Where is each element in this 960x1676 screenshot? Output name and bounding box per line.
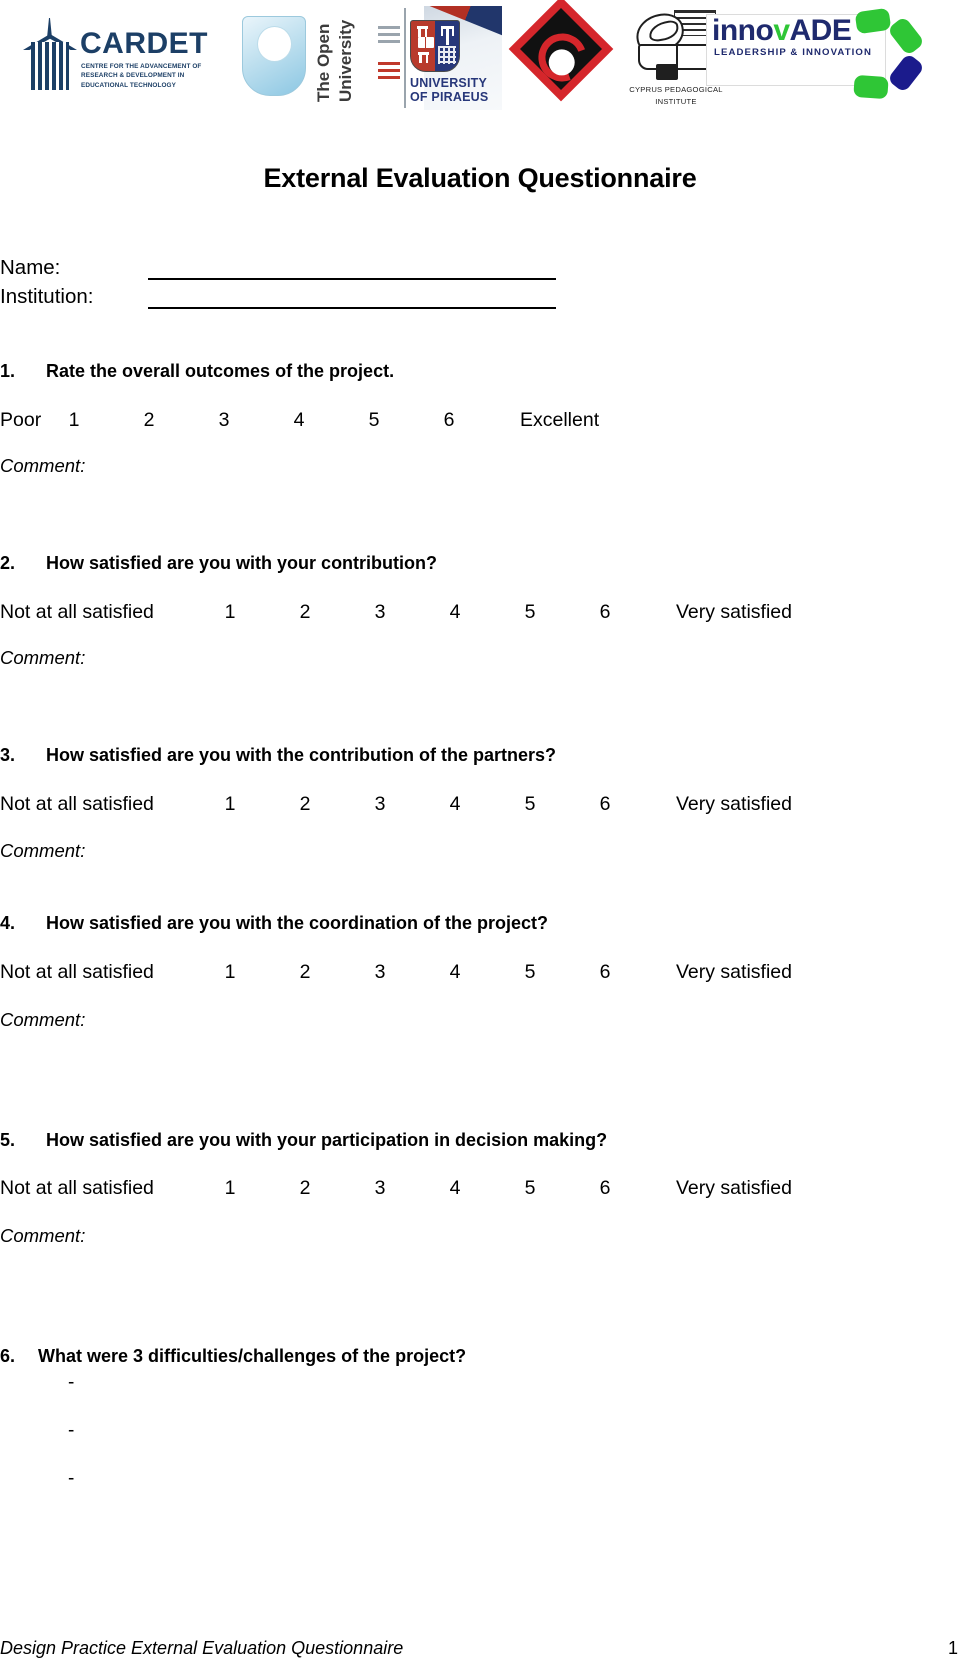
question-3-option-6[interactable]: 6 xyxy=(597,793,613,816)
question-2-option-5[interactable]: 5 xyxy=(522,601,538,624)
question-5-number: 5. xyxy=(0,1130,16,1150)
question-3-number: 3. xyxy=(0,745,16,765)
cardet-logo: CARDET CENTRE FOR THE ADVANCEMENT OF RES… xyxy=(14,0,224,118)
innovade-word-a: inno xyxy=(712,14,774,47)
question-4-text: How satisfied are you with the coordinat… xyxy=(46,913,549,933)
question-5-comment-label: Comment: xyxy=(0,1225,86,1246)
question-2-option-4[interactable]: 4 xyxy=(447,601,463,624)
question-6-bullet-1[interactable]: - xyxy=(68,1372,74,1394)
question-3-text: How satisfied are you with the contribut… xyxy=(46,745,557,765)
question-5-text: How satisfied are you with your particip… xyxy=(46,1130,608,1150)
question-6-number: 6. xyxy=(0,1346,16,1366)
question-4-scale-low: Not at all satisfied xyxy=(0,961,154,983)
cardet-emblem-icon xyxy=(22,18,78,90)
piraeus-line-2: OF PIRAEUS xyxy=(410,90,489,104)
question-5-option-6[interactable]: 6 xyxy=(597,1177,613,1200)
question-5-scale-low: Not at all satisfied xyxy=(0,1177,154,1199)
question-1-scale-high: Excellent xyxy=(520,409,600,431)
piraeus-bars-icon xyxy=(378,26,400,86)
innovade-ring-icon xyxy=(834,7,926,100)
open-university-logo: The Open University xyxy=(236,0,366,118)
question-1-option-3[interactable]: 3 xyxy=(216,409,232,432)
question-1-scale-low: Poor xyxy=(0,409,42,431)
red-diamond-logo xyxy=(508,0,620,118)
question-4-option-4[interactable]: 4 xyxy=(447,961,463,984)
footer-page-number: 1 xyxy=(947,1638,958,1658)
question-3-option-4[interactable]: 4 xyxy=(447,793,463,816)
institution-label: Institution: xyxy=(0,285,94,308)
question-2-option-1[interactable]: 1 xyxy=(222,601,238,624)
question-3-option-2[interactable]: 2 xyxy=(297,793,313,816)
question-1-option-2[interactable]: 2 xyxy=(141,409,157,432)
question-4-option-6[interactable]: 6 xyxy=(597,961,613,984)
institution-input-rule[interactable] xyxy=(148,307,556,309)
partner-logo-strip: CARDET CENTRE FOR THE ADVANCEMENT OF RES… xyxy=(0,0,960,118)
piraeus-line-1: UNIVERSITY xyxy=(410,76,488,90)
innovade-wordmark: innovADE xyxy=(712,14,852,48)
question-5-option-3[interactable]: 3 xyxy=(372,1177,388,1200)
name-label: Name: xyxy=(0,256,61,279)
question-4-number: 4. xyxy=(0,913,16,933)
question-4-option-1[interactable]: 1 xyxy=(222,961,238,984)
question-6-bullet-2[interactable]: - xyxy=(68,1420,74,1442)
open-university-line-1: The Open xyxy=(314,23,333,102)
question-5-scale-high: Very satisfied xyxy=(676,1177,792,1199)
question-1-comment-label: Comment: xyxy=(0,455,86,476)
question-5-option-5[interactable]: 5 xyxy=(522,1177,538,1200)
open-university-line-2: University xyxy=(336,19,355,102)
question-5-option-2[interactable]: 2 xyxy=(297,1177,313,1200)
question-1-scale: Poor 1 2 3 4 5 6 Excellent xyxy=(0,409,830,435)
cardet-wordmark: CARDET xyxy=(80,27,208,60)
question-2-number: 2. xyxy=(0,553,16,573)
open-university-shield-icon xyxy=(242,16,306,96)
question-4-scale: Not at all satisfied 1 2 3 4 5 6 Very sa… xyxy=(0,961,830,987)
university-of-piraeus-logo: UNIVERSITY OF PIRAEUS xyxy=(378,0,504,118)
piraeus-crest-icon xyxy=(410,20,460,72)
question-2-comment-label: Comment: xyxy=(0,647,86,668)
innovade-logo: innovADE LEADERSHIP & INNOVATION xyxy=(706,0,946,118)
question-2-scale-high: Very satisfied xyxy=(676,601,792,623)
question-4-option-2[interactable]: 2 xyxy=(297,961,313,984)
question-4-option-5[interactable]: 5 xyxy=(522,961,538,984)
question-5-option-4[interactable]: 4 xyxy=(447,1177,463,1200)
question-2-scale: Not at all satisfied 1 2 3 4 5 6 Very sa… xyxy=(0,601,830,627)
question-1-text: Rate the overall outcomes of the project… xyxy=(46,361,395,381)
question-3-scale-low: Not at all satisfied xyxy=(0,793,154,815)
cardet-tagline: CENTRE FOR THE ADVANCEMENT OF RESEARCH &… xyxy=(81,63,202,89)
question-1-option-1[interactable]: 1 xyxy=(66,409,82,432)
question-3-option-5[interactable]: 5 xyxy=(522,793,538,816)
piraeus-wordmark: UNIVERSITY OF PIRAEUS xyxy=(410,76,488,104)
red-diamond-icon xyxy=(508,0,614,102)
question-3-scale-high: Very satisfied xyxy=(676,793,792,815)
question-3-scale: Not at all satisfied 1 2 3 4 5 6 Very sa… xyxy=(0,793,830,819)
page-footer: Design Practice External Evaluation Ques… xyxy=(0,1638,960,1666)
question-6-text: What were 3 difficulties/challenges of t… xyxy=(38,1346,467,1366)
page-title: External Evaluation Questionnaire xyxy=(263,163,697,193)
question-1-option-4[interactable]: 4 xyxy=(291,409,307,432)
name-input-rule[interactable] xyxy=(148,278,556,280)
question-6-bullet-3[interactable]: - xyxy=(68,1468,74,1490)
question-2-option-2[interactable]: 2 xyxy=(297,601,313,624)
question-2-scale-low: Not at all satisfied xyxy=(0,601,154,623)
question-3-option-1[interactable]: 1 xyxy=(222,793,238,816)
question-2-option-3[interactable]: 3 xyxy=(372,601,388,624)
question-2-option-6[interactable]: 6 xyxy=(597,601,613,624)
innovade-word-accent: v xyxy=(773,14,790,47)
question-4-option-3[interactable]: 3 xyxy=(372,961,388,984)
question-3-option-3[interactable]: 3 xyxy=(372,793,388,816)
question-4-scale-high: Very satisfied xyxy=(676,961,792,983)
question-1-number: 1. xyxy=(0,361,16,381)
question-2-text: How satisfied are you with your contribu… xyxy=(46,553,438,573)
question-3-comment-label: Comment: xyxy=(0,840,86,861)
question-5-option-1[interactable]: 1 xyxy=(222,1177,238,1200)
question-1-option-5[interactable]: 5 xyxy=(366,409,382,432)
question-5-scale: Not at all satisfied 1 2 3 4 5 6 Very sa… xyxy=(0,1177,830,1203)
footer-document-name: Design Practice External Evaluation Ques… xyxy=(0,1638,404,1658)
question-1-option-6[interactable]: 6 xyxy=(441,409,457,432)
question-4-comment-label: Comment: xyxy=(0,1009,86,1030)
open-university-wordmark: The Open University xyxy=(298,10,390,102)
